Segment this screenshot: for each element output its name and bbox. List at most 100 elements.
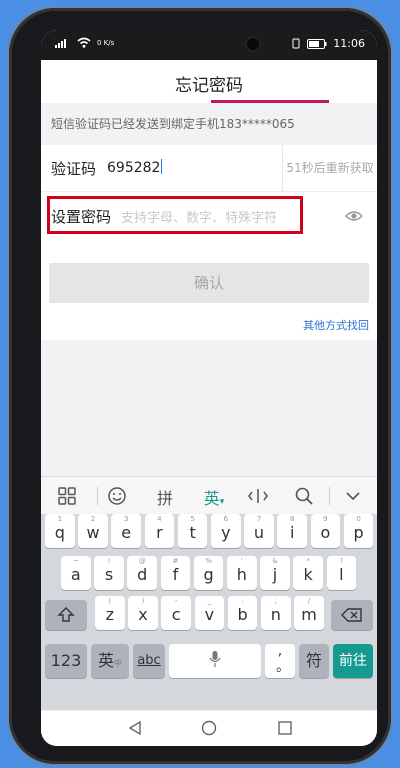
text-cursor [161,159,163,174]
key-r[interactable]: 4r [144,514,175,548]
key-secondary-char: ; [274,597,277,605]
shift-key[interactable] [45,600,87,630]
key-k[interactable]: * k [293,556,323,590]
key-char: n [270,605,281,624]
password-highlight-box [47,196,303,234]
sms-notice-text: 短信验证码已经发送到绑定手机183*****065 [51,117,295,131]
key-x[interactable]: ) x [128,596,158,630]
space-key[interactable] [169,644,261,678]
front-camera [247,38,259,50]
home-icon[interactable] [201,720,217,736]
key-secondary-char: @ [138,557,146,565]
key-u[interactable]: 7u [244,514,274,548]
english-mode-button[interactable]: 英▾ [199,485,229,508]
key-secondary-char: 6 [223,515,229,523]
key-secondary-char: * [306,557,310,565]
key-char: y [221,523,231,542]
key-q[interactable]: 1q [45,514,75,548]
key-n[interactable]: ; n [261,596,291,630]
key-f[interactable]: # f [160,556,191,590]
key-l[interactable]: ? l [326,556,357,590]
key-char: q [54,523,65,542]
emoji-icon[interactable] [107,485,127,507]
key-v[interactable]: _ v [194,596,225,630]
verification-code-label: 验证码 [51,160,97,178]
abc-key[interactable]: abc [133,644,165,678]
verification-code-row: 验证码 695282 51秒后重新获取 [41,145,377,192]
key-char: v [204,605,215,624]
key-secondary-char: % [205,557,212,565]
go-key[interactable]: 前往 [333,644,373,678]
backspace-key[interactable] [331,600,373,630]
key-char: e [121,523,132,542]
recents-icon[interactable] [277,720,293,736]
key-d[interactable]: @ d [127,556,157,590]
verification-code-value: 695282 [107,160,161,176]
key-secondary-char: & [272,557,278,565]
key-char: h [236,565,247,584]
key-w[interactable]: 2w [78,514,108,548]
key-g[interactable]: % g [193,556,224,590]
key-char: j [272,565,278,584]
shift-icon [57,607,75,622]
key-y[interactable]: 6y [211,514,241,548]
key-char: u [253,523,265,542]
collapse-keyboard-icon[interactable] [343,485,363,507]
key-secondary-char: : [241,597,244,605]
resend-code-button[interactable]: 51秒后重新获取 [282,145,377,191]
key-char: k [303,565,313,584]
key-char: g [203,565,214,584]
key-e[interactable]: 3e [111,514,141,548]
key-c[interactable]: -c [161,596,191,630]
key-s[interactable]: ! s [94,556,124,590]
key-t[interactable]: 5t [177,514,208,548]
pinyin-mode-button[interactable]: 拼 [153,485,177,508]
key-secondary-char: 9 [323,515,328,523]
key-secondary-char: 7 [256,515,262,523]
key-secondary-char: ) [141,597,145,605]
key-secondary-char: _ [207,597,212,605]
language-switch-label: 英 [97,651,114,670]
key-secondary-char: ~ [72,557,79,565]
key-secondary-char: 8 [289,515,295,523]
search-icon[interactable] [294,485,314,507]
status-bar: 0 K/s 11:06 [41,30,377,60]
key-m[interactable]: / m [294,596,324,630]
key-p[interactable]: 0p [343,514,374,548]
navigation-bar [41,710,377,746]
key-z[interactable]: (z [95,596,125,630]
key-secondary-char: 3 [123,515,129,523]
keyboard-toolbar: 拼 英▾ [41,476,377,515]
signal-icon [55,39,66,48]
grid-menu-icon[interactable] [57,485,77,507]
page-title: 忘记密码 [175,76,243,96]
phone-frame: 0 K/s 11:06 忘记密码 短信验证码已经发送到绑定手机183*****0… [9,8,391,764]
language-switch-key[interactable]: 英中 [91,644,129,678]
key-a[interactable]: ~ a [61,556,91,590]
wifi-icon [77,37,91,48]
key-j[interactable]: & j [260,556,290,590]
network-speed: 0 K/s [97,38,115,47]
other-recovery-link[interactable]: 其他方式找回 [303,317,369,333]
clock: 11:06 [333,37,365,50]
back-icon[interactable] [127,720,143,736]
number-key[interactable]: 123 [45,644,87,678]
key-char: f [172,565,179,584]
key-char: w [86,523,100,542]
key-o[interactable]: 9o [310,514,341,548]
symbol-key[interactable]: 符 [299,644,329,678]
punctuation-key[interactable]: , 。 [265,643,295,678]
toolbar-divider [97,487,98,505]
microphone-icon [209,651,221,667]
eye-icon[interactable] [345,207,363,225]
key-secondary-char: 2 [90,515,96,523]
key-char: s [104,565,114,584]
confirm-button[interactable]: 确认 [49,263,369,303]
cursor-move-icon[interactable] [247,485,269,507]
key-i[interactable]: 8i [277,514,307,548]
verification-code-input[interactable]: 695282 [107,159,163,176]
key-b[interactable]: :b [227,596,258,630]
key-h[interactable]: ' h [227,556,257,590]
header: 忘记密码 [41,60,377,103]
backspace-icon [341,608,362,622]
